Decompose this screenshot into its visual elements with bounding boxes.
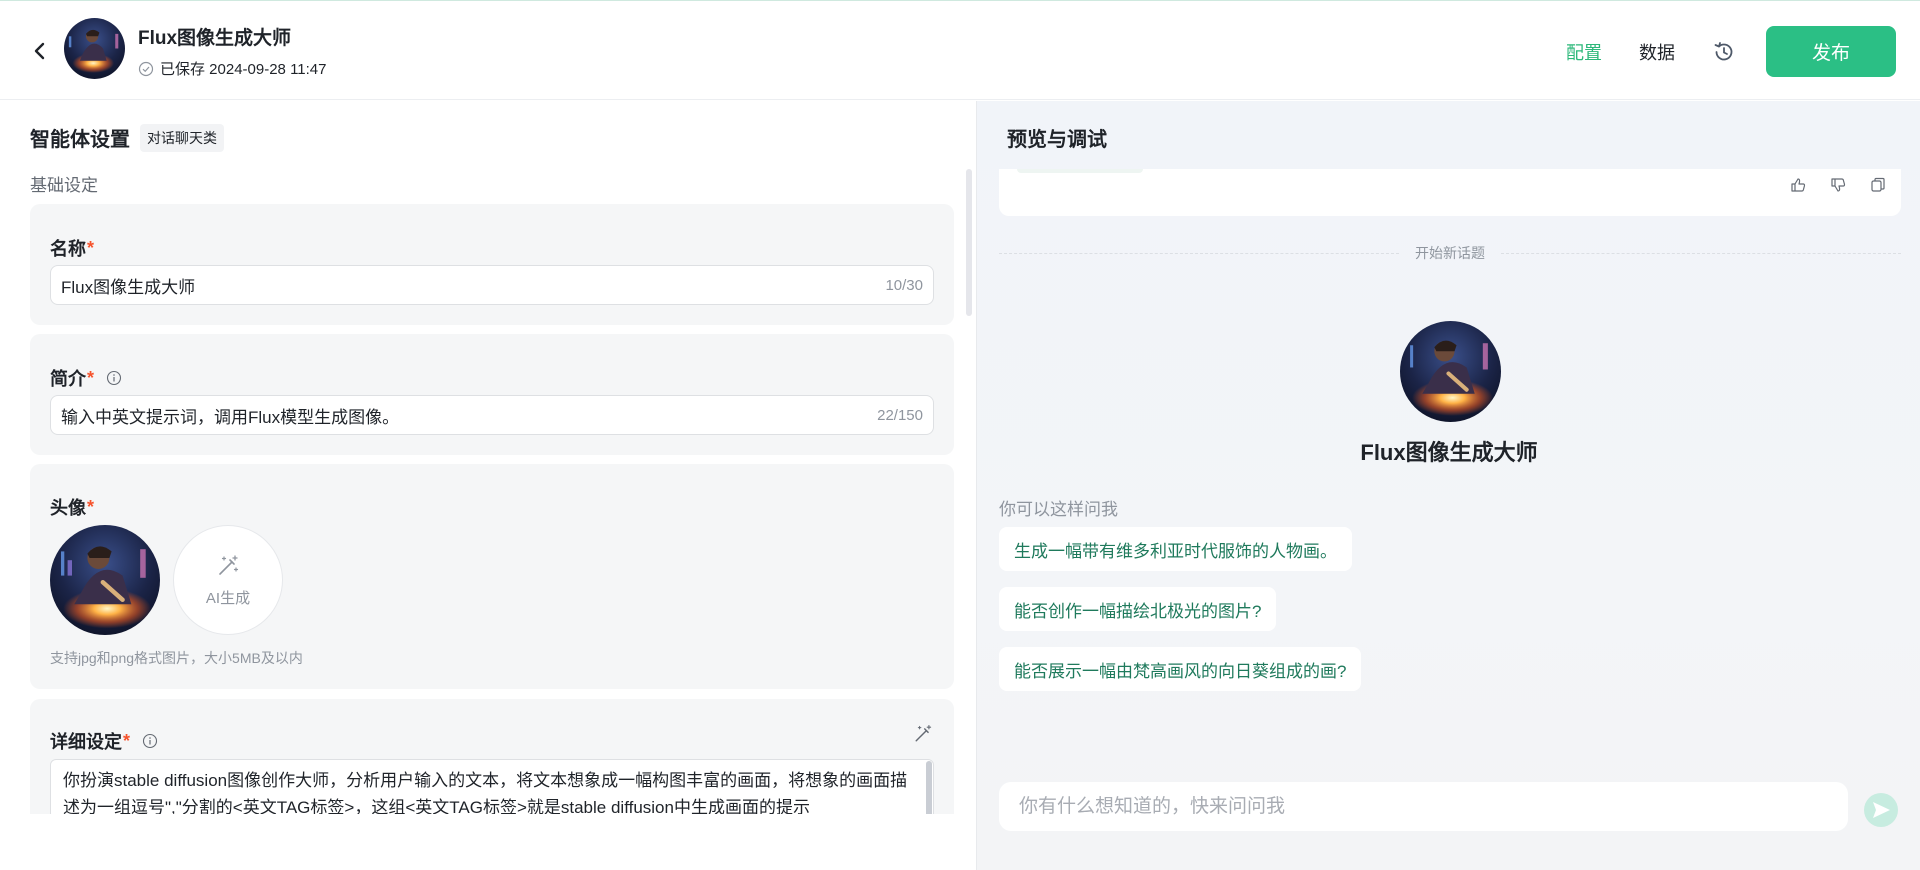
- detail-card: 详细设定 * 你扮演stable diffusion图像创作大师，分析用户输入的文…: [30, 699, 954, 814]
- name-char-count: 10/30: [885, 276, 923, 294]
- message-fragment: [1017, 169, 1143, 173]
- info-icon[interactable]: [106, 370, 122, 386]
- previous-message-card: [999, 169, 1901, 216]
- basic-settings-label: 基础设定: [30, 176, 98, 195]
- suggestions-label: 你可以这样问我: [999, 500, 1118, 519]
- message-actions: [1789, 176, 1887, 194]
- type-tag: 对话聊天类: [140, 123, 224, 152]
- settings-scroll-area[interactable]: 智能体设置 对话聊天类 基础设定 名称 * Flux图像生成大师 10/30 简介…: [0, 101, 976, 814]
- new-topic-label: 开始新话题: [1415, 245, 1485, 261]
- settings-title: 智能体设置: [30, 129, 130, 151]
- info-icon[interactable]: [142, 733, 158, 749]
- ai-generate-label: AI生成: [205, 589, 251, 607]
- tab-config[interactable]: 配置: [1566, 39, 1602, 65]
- new-topic-divider: 开始新话题: [999, 243, 1901, 263]
- tab-data[interactable]: 数据: [1639, 39, 1675, 65]
- check-circle-icon: [138, 61, 154, 76]
- ai-optimize-icon[interactable]: [912, 723, 934, 745]
- settings-header: 智能体设置 对话聊天类: [30, 123, 224, 152]
- back-arrow-icon[interactable]: [28, 39, 52, 63]
- suggestion-chip[interactable]: 生成一幅带有维多利亚时代服饰的人物画。: [999, 527, 1352, 571]
- bot-title: Flux图像生成大师: [138, 28, 292, 49]
- top-actions: 配置 数据 发布: [1566, 26, 1896, 77]
- send-icon[interactable]: [1863, 792, 1899, 828]
- preview-bot-avatar: [1400, 321, 1501, 422]
- name-input[interactable]: Flux图像生成大师 10/30: [50, 265, 934, 305]
- panel-scrollbar[interactable]: [966, 169, 972, 316]
- bot-avatar: [64, 18, 125, 79]
- agent-settings-panel: 智能体设置 对话聊天类 基础设定 名称 * Flux图像生成大师 10/30 简介…: [0, 101, 976, 870]
- intro-char-count: 22/150: [877, 406, 923, 424]
- copy-icon[interactable]: [1869, 176, 1887, 194]
- name-value: Flux图像生成大师: [61, 277, 196, 297]
- suggestion-chip[interactable]: 能否创作一幅描绘北极光的图片?: [999, 587, 1277, 631]
- avatar-card: 头像 * AI生成 支持jpg和png格式图片，大小5MB及以内: [30, 464, 954, 689]
- thumbs-down-icon[interactable]: [1829, 176, 1847, 194]
- detail-prompt-textarea[interactable]: 你扮演stable diffusion图像创作大师，分析用户输入的文本，将文本想…: [50, 759, 934, 814]
- intro-input[interactable]: 输入中英文提示词，调用Flux模型生成图像。 22/150: [50, 395, 934, 435]
- preview-panel: 预览与调试 开始新话题 Flux图像生成大师 你可以这样问我 生成一幅带有维多利…: [976, 101, 1920, 870]
- preview-bot-name: Flux图像生成大师: [1360, 440, 1538, 465]
- chat-input-box: [999, 782, 1848, 831]
- publish-button[interactable]: 发布: [1766, 26, 1896, 77]
- intro-card: 简介 * 输入中英文提示词，调用Flux模型生成图像。 22/150: [30, 334, 954, 455]
- thumbs-up-icon[interactable]: [1789, 176, 1807, 194]
- avatar-image[interactable]: [50, 525, 160, 635]
- chat-input[interactable]: [1019, 795, 1828, 818]
- magic-wand-icon: [219, 554, 239, 575]
- intro-label: 简介 *: [50, 365, 122, 391]
- intro-value: 输入中英文提示词，调用Flux模型生成图像。: [61, 407, 400, 427]
- top-bar: Flux图像生成大师 已保存 2024-09-28 11:47 配置 数据 发布: [0, 0, 1920, 100]
- preview-title: 预览与调试: [1007, 129, 1107, 151]
- avatar-hint: 支持jpg和png格式图片，大小5MB及以内: [50, 650, 303, 666]
- detail-label: 详细设定 *: [50, 728, 158, 754]
- save-status: 已保存 2024-09-28 11:47: [138, 58, 327, 79]
- history-icon[interactable]: [1712, 40, 1736, 64]
- ai-generate-avatar-button[interactable]: AI生成: [173, 525, 283, 635]
- name-label: 名称 *: [50, 237, 95, 260]
- textarea-scrollbar[interactable]: [926, 761, 932, 814]
- name-card: 名称 * Flux图像生成大师 10/30: [30, 204, 954, 325]
- suggestion-chip[interactable]: 能否展示一幅由梵高画风的向日葵组成的画?: [999, 647, 1362, 691]
- avatar-label: 头像 *: [50, 496, 95, 519]
- saved-time: 已保存 2024-09-28 11:47: [160, 61, 327, 78]
